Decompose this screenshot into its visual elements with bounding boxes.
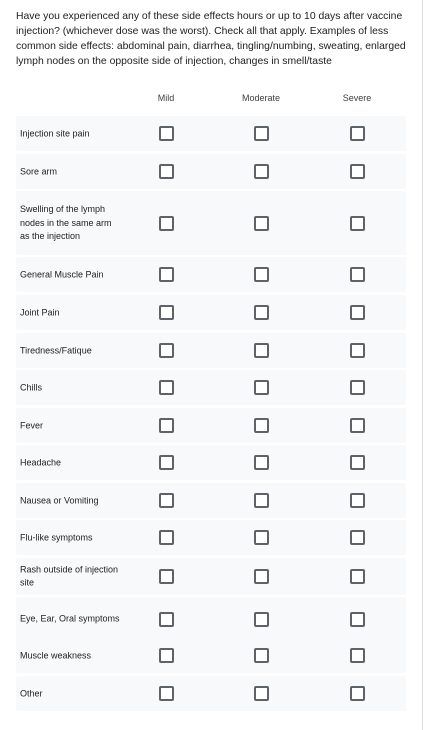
row-label: Fever xyxy=(20,419,44,430)
grid-row-rash-outside-of-injection-site: Rash outside of injection site xyxy=(16,558,406,595)
checkbox-general-muscle-pain-mild[interactable] xyxy=(158,267,174,282)
grid-row-muscle-weakness: Muscle weakness xyxy=(16,638,406,673)
checkbox-fever-severe[interactable] xyxy=(349,418,365,433)
checkbox-headache-moderate[interactable] xyxy=(253,455,269,470)
checkbox-eye-ear-oral-symptoms-severe[interactable] xyxy=(349,611,365,627)
checkbox-other-mild[interactable] xyxy=(158,686,174,701)
row-label: Nausea or Vomiting xyxy=(20,494,99,505)
checkbox-flu-like-symptoms-severe[interactable] xyxy=(349,530,365,545)
grid-row-joint-pain: Joint Pain xyxy=(16,295,406,330)
row-label: Flu-like symptoms xyxy=(20,531,93,542)
grid-row-injection-site-pain: Injection site pain xyxy=(16,116,406,151)
grid-row-sore-arm: Sore arm xyxy=(16,154,406,189)
checkbox-muscle-weakness-severe[interactable] xyxy=(349,648,365,663)
checkbox-muscle-weakness-moderate[interactable] xyxy=(253,648,269,663)
grid-row-tiredness-fatique: Tiredness/Fatique xyxy=(16,333,406,368)
checkbox-nausea-or-vomiting-severe[interactable] xyxy=(349,493,365,508)
question-card: Have you experienced any of these side e… xyxy=(0,0,423,730)
row-label: Joint Pain xyxy=(20,306,60,317)
checkbox-nausea-or-vomiting-mild[interactable] xyxy=(158,493,174,508)
checkbox-fever-moderate[interactable] xyxy=(253,418,269,433)
grid-row-chills: Chills xyxy=(16,370,406,405)
grid-row-nausea-or-vomiting: Nausea or Vomiting xyxy=(16,483,406,518)
checkbox-chills-moderate[interactable] xyxy=(253,380,269,395)
checkbox-tiredness-fatique-severe[interactable] xyxy=(349,343,365,358)
row-label: Injection site pain xyxy=(20,127,90,138)
checkbox-chills-mild[interactable] xyxy=(158,380,174,395)
checkbox-fever-mild[interactable] xyxy=(158,418,174,433)
grid-row-headache: Headache xyxy=(16,445,406,480)
checkbox-joint-pain-moderate[interactable] xyxy=(253,305,269,320)
checkbox-general-muscle-pain-moderate[interactable] xyxy=(253,267,269,282)
checkbox-injection-site-pain-mild[interactable] xyxy=(158,126,174,141)
checkbox-joint-pain-mild[interactable] xyxy=(158,305,174,320)
checkbox-tiredness-fatique-moderate[interactable] xyxy=(253,343,269,358)
column-header-mild: Mild xyxy=(157,93,175,103)
checkbox-chills-severe[interactable] xyxy=(349,380,365,395)
grid-row-eye-ear-oral-symptoms: Eye, Ear, Oral symptoms xyxy=(16,597,406,641)
checkbox-rash-outside-of-injection-site-severe[interactable] xyxy=(349,569,365,584)
row-label: Swelling of the lymph nodes in the same … xyxy=(20,203,112,241)
row-label: Chills xyxy=(20,381,43,392)
checkbox-sore-arm-severe[interactable] xyxy=(349,164,365,179)
checkbox-flu-like-symptoms-moderate[interactable] xyxy=(253,530,269,545)
checkbox-headache-mild[interactable] xyxy=(158,455,174,470)
row-label: Other xyxy=(20,687,43,698)
grid-row-flu-like-symptoms: Flu-like symptoms xyxy=(16,520,406,555)
row-label: Sore arm xyxy=(20,165,58,176)
row-label: Tiredness/Fatique xyxy=(20,344,92,355)
question-text: Have you experienced any of these side e… xyxy=(16,11,406,67)
checkbox-eye-ear-oral-symptoms-mild[interactable] xyxy=(158,611,174,627)
row-label: Eye, Ear, Oral symptoms xyxy=(20,613,120,624)
row-label: Muscle weakness xyxy=(20,649,92,660)
grid-row-swelling-of-the-lymph-nodes-in-the-same-arm-as-the-injection: Swelling of the lymph nodes in the same … xyxy=(16,191,406,255)
row-label: General Muscle Pain xyxy=(20,268,104,279)
grid-row-general-muscle-pain: General Muscle Pain xyxy=(16,257,406,292)
checkbox-flu-like-symptoms-mild[interactable] xyxy=(158,530,174,545)
column-header-severe: Severe xyxy=(342,93,372,103)
checkbox-rash-outside-of-injection-site-moderate[interactable] xyxy=(253,569,269,584)
checkbox-general-muscle-pain-severe[interactable] xyxy=(349,267,365,282)
row-label: Rash outside of injection site xyxy=(20,564,119,588)
checkbox-rash-outside-of-injection-site-mild[interactable] xyxy=(158,569,174,584)
checkbox-sore-arm-mild[interactable] xyxy=(158,164,174,179)
checkbox-eye-ear-oral-symptoms-moderate[interactable] xyxy=(253,611,269,627)
checkbox-tiredness-fatique-mild[interactable] xyxy=(158,343,174,358)
checkbox-nausea-or-vomiting-moderate[interactable] xyxy=(253,493,269,508)
grid-row-other: Other xyxy=(16,676,406,711)
column-header-moderate: Moderate xyxy=(241,93,281,103)
checkbox-joint-pain-severe[interactable] xyxy=(349,305,365,320)
grid-row-fever: Fever xyxy=(16,408,406,443)
checkbox-injection-site-pain-moderate[interactable] xyxy=(253,126,269,141)
checkbox-muscle-weakness-mild[interactable] xyxy=(158,648,174,663)
checkbox-swelling-of-the-lymph-nodes-in-the-same-arm-as-the-injection-mild[interactable] xyxy=(158,215,174,231)
checkbox-swelling-of-the-lymph-nodes-in-the-same-arm-as-the-injection-severe[interactable] xyxy=(349,215,365,231)
checkbox-swelling-of-the-lymph-nodes-in-the-same-arm-as-the-injection-moderate[interactable] xyxy=(253,215,269,231)
checkbox-sore-arm-moderate[interactable] xyxy=(253,164,269,179)
checkbox-other-moderate[interactable] xyxy=(253,686,269,701)
checkbox-headache-severe[interactable] xyxy=(349,455,365,470)
checkbox-other-severe[interactable] xyxy=(349,686,365,701)
checkbox-injection-site-pain-severe[interactable] xyxy=(349,126,365,141)
grid-column-headers: Mild Moderate Severe xyxy=(16,93,406,107)
row-label: Headache xyxy=(20,456,62,467)
